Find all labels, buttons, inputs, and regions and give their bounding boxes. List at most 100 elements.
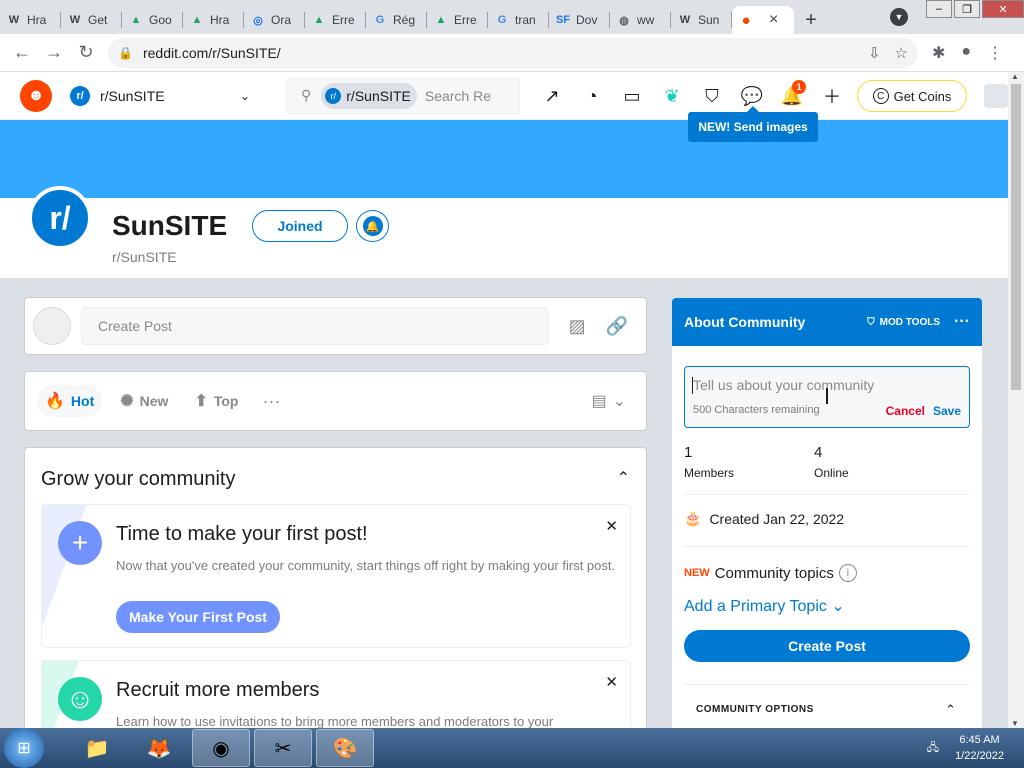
firefox-icon[interactable]: 🦊	[130, 729, 188, 767]
chrome-icon[interactable]: ◉	[192, 729, 250, 767]
link-icon[interactable]: 🔗	[606, 316, 628, 337]
mod-shield-icon[interactable]: ⛉	[692, 82, 732, 110]
user-avatar-icon[interactable]	[33, 307, 71, 345]
browser-tab[interactable]: W Sun	[671, 6, 732, 34]
scroll-up-icon[interactable]: ▲	[1011, 72, 1019, 81]
clock[interactable]: 6:45 AM 1/22/2022	[955, 732, 1004, 764]
dismiss-close-icon[interactable]: ✕	[605, 517, 618, 535]
new-badge: NEW	[684, 567, 710, 579]
browser-tab[interactable]: ▲ Hra	[183, 6, 244, 34]
predictions-icon[interactable]: ❦	[652, 82, 692, 110]
browser-tab[interactable]: SF Dov	[549, 6, 610, 34]
install-icon[interactable]: ⇩	[868, 44, 881, 62]
chrome-menu-icon[interactable]: ⋮	[987, 43, 1003, 63]
cancel-button[interactable]: Cancel	[886, 404, 925, 418]
windows-start-icon[interactable]: ⊞	[4, 728, 44, 768]
description-input[interactable]: Tell us about your community	[691, 377, 874, 394]
sort-top[interactable]: ⬆ Top	[186, 385, 246, 417]
extensions-icon[interactable]: ✱	[932, 43, 945, 63]
google-icon: G	[375, 14, 385, 26]
reload-icon[interactable]: ↻	[70, 37, 102, 69]
community-options-label[interactable]: COMMUNITY OPTIONS	[696, 704, 814, 715]
dismiss-close-icon[interactable]: ✕	[605, 673, 618, 691]
browser-tab-active[interactable]: ● ×	[732, 6, 794, 34]
paint-icon[interactable]: 🎨	[316, 729, 374, 767]
file-explorer-icon[interactable]: 📁	[68, 729, 126, 767]
divider	[684, 684, 970, 685]
community-title: SunSITE	[112, 210, 228, 241]
mod-tools-button[interactable]: ⛉ MOD TOOLS	[867, 317, 940, 328]
created-date: 🎂 Created Jan 22, 2022	[684, 510, 844, 527]
add-primary-topic-link[interactable]: Add a Primary Topic ⌄	[684, 596, 845, 616]
browser-tab[interactable]: Gtran	[488, 6, 549, 34]
search-placeholder[interactable]: Search Re	[425, 88, 491, 104]
close-tab-icon[interactable]: ×	[769, 11, 778, 29]
more-options-icon[interactable]: ···	[954, 313, 970, 331]
about-title: About Community	[684, 314, 806, 330]
search-bar[interactable]: ⚲ r/ r/SunSITE Search Re	[286, 77, 520, 114]
wikipedia-icon: W	[8, 14, 20, 26]
stats-icon[interactable]: ◔	[572, 82, 612, 110]
sort-new[interactable]: ✺ New	[112, 385, 176, 417]
joined-button[interactable]: Joined	[252, 210, 348, 242]
view-selector[interactable]: ▤ ⌄	[591, 391, 626, 411]
create-post-button[interactable]: Create Post	[684, 630, 970, 662]
collapse-chevron-icon[interactable]: ⌃	[617, 468, 630, 488]
forward-icon[interactable]: →	[38, 37, 70, 69]
tab-label: Ora	[271, 13, 292, 27]
maximize-icon[interactable]: ❐	[954, 0, 980, 18]
browser-tab[interactable]: W Hra	[0, 6, 61, 34]
reddit-logo-icon[interactable]: ☻	[20, 79, 52, 112]
scrollbar-thumb[interactable]	[1011, 84, 1021, 390]
flame-icon: 🔥	[45, 393, 65, 410]
sort-hot[interactable]: 🔥 Hot	[37, 385, 103, 417]
popular-icon[interactable]: ↗	[532, 82, 572, 110]
notification-bell-icon[interactable]: 🔔 1	[772, 80, 812, 110]
browser-tab[interactable]: W Get	[61, 6, 122, 34]
sort-hot-label: Hot	[70, 393, 95, 409]
sort-top-label: Top	[213, 393, 239, 409]
search-community-chip[interactable]: r/ r/SunSITE	[321, 82, 417, 109]
browser-tab[interactable]: ▲ Goo	[122, 6, 183, 34]
user-avatar[interactable]	[984, 84, 1008, 108]
get-coins-label: Get Coins	[893, 88, 952, 104]
create-post-input[interactable]: Create Post	[81, 307, 549, 345]
tab-label: Rég	[393, 13, 416, 27]
new-tab-button[interactable]: +	[794, 6, 828, 34]
save-button[interactable]: Save	[933, 404, 961, 418]
snipping-tool-icon[interactable]: ✂	[254, 729, 312, 767]
tab-search-icon[interactable]: ▼	[890, 8, 908, 26]
send-images-tooltip: NEW! Send images	[688, 106, 818, 142]
network-icon[interactable]: 🖧	[927, 739, 939, 758]
browser-tab[interactable]: ▲ Erre	[427, 6, 488, 34]
get-coins-button[interactable]: C Get Coins	[857, 80, 967, 112]
browser-tab[interactable]: G Rég	[366, 6, 427, 34]
community-banner	[0, 120, 1008, 198]
address-bar[interactable]: 🔒 reddit.com/r/SunSITE/ ⇩ ☆	[108, 37, 918, 68]
browser-tab[interactable]: ▲ Erre	[305, 6, 366, 34]
back-icon[interactable]: ←	[6, 37, 38, 69]
browser-tab[interactable]: ◎ Ora	[244, 6, 305, 34]
create-post-plus-icon[interactable]: ＋	[812, 82, 852, 110]
minimize-icon[interactable]: ‒	[926, 0, 952, 18]
make-first-post-button[interactable]: Make Your First Post	[116, 601, 280, 633]
browser-tab[interactable]: ◍ ww	[610, 6, 671, 34]
rpan-icon[interactable]: ▭	[612, 82, 652, 110]
info-icon[interactable]: i	[838, 564, 857, 582]
wikipedia-icon: W	[69, 14, 81, 26]
image-icon[interactable]: ▨	[569, 316, 586, 337]
window-close-icon[interactable]: ✕	[982, 0, 1024, 18]
profile-icon[interactable]: ●	[961, 43, 971, 63]
online-stat: 4 Online	[814, 444, 849, 480]
collapse-chevron-icon[interactable]: ⌃	[945, 702, 956, 718]
search-chip-label: r/SunSITE	[346, 87, 411, 104]
reddit-icon: ●	[741, 11, 751, 29]
bookmark-star-icon[interactable]: ☆	[895, 44, 908, 62]
more-options-icon[interactable]: ···	[262, 391, 280, 412]
page-scrollbar[interactable]: ▲ ▼	[1008, 72, 1024, 728]
scroll-down-icon[interactable]: ▼	[1011, 719, 1019, 728]
lock-icon[interactable]: 🔒	[118, 46, 133, 60]
subreddit-icon: r/	[70, 85, 90, 106]
notification-bell-button[interactable]: 🔔	[356, 210, 389, 242]
community-selector[interactable]: r/ r/SunSITE ⌄	[70, 85, 250, 106]
